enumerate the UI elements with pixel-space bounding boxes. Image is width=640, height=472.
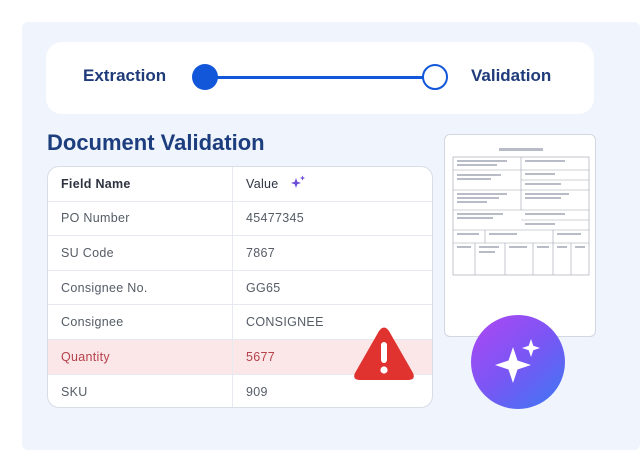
- table-header-row: Field Name Value: [48, 167, 432, 202]
- column-divider: [232, 201, 233, 236]
- field-name: Consignee No.: [61, 280, 148, 295]
- step-extraction-dot[interactable]: [192, 64, 218, 90]
- field-name: SU Code: [61, 245, 114, 260]
- progress-stepper: Extraction Validation: [46, 42, 594, 114]
- field-value[interactable]: GG65: [246, 271, 281, 305]
- column-divider: [232, 236, 233, 270]
- field-name: Consignee: [61, 315, 124, 330]
- document-preview[interactable]: [444, 134, 596, 337]
- step-validation-label[interactable]: Validation: [471, 66, 551, 86]
- header-value-label: Value: [246, 176, 279, 191]
- page-title: Document Validation: [47, 130, 265, 155]
- column-divider: [232, 305, 233, 339]
- field-value[interactable]: 909: [246, 375, 268, 407]
- field-value[interactable]: 45477345: [246, 202, 304, 236]
- field-name: SKU: [61, 384, 88, 399]
- sparkle-icon: [289, 175, 307, 192]
- field-name: Quantity: [61, 349, 110, 364]
- step-extraction-label[interactable]: Extraction: [83, 66, 166, 86]
- field-value[interactable]: 7867: [246, 236, 275, 270]
- header-value: Value: [246, 167, 307, 201]
- step-validation-dot[interactable]: [422, 64, 448, 90]
- sparkle-icon: [495, 339, 540, 383]
- column-divider: [232, 374, 233, 407]
- ai-assistant-badge[interactable]: [471, 315, 565, 409]
- waybill-document-thumbnail: [452, 148, 590, 276]
- warning-triangle-icon: [352, 326, 416, 382]
- table-row[interactable]: SU Code 7867: [48, 236, 432, 271]
- field-name: PO Number: [61, 211, 130, 226]
- table-row[interactable]: Consignee No. GG65: [48, 270, 432, 306]
- header-field-name: Field Name: [61, 176, 131, 191]
- column-divider: [232, 340, 233, 374]
- step-connector-line: [206, 76, 436, 79]
- table-row[interactable]: PO Number 45477345: [48, 201, 432, 237]
- field-value[interactable]: 5677: [246, 340, 275, 374]
- column-divider: [232, 167, 233, 201]
- field-value[interactable]: CONSIGNEE: [246, 305, 324, 339]
- column-divider: [232, 270, 233, 305]
